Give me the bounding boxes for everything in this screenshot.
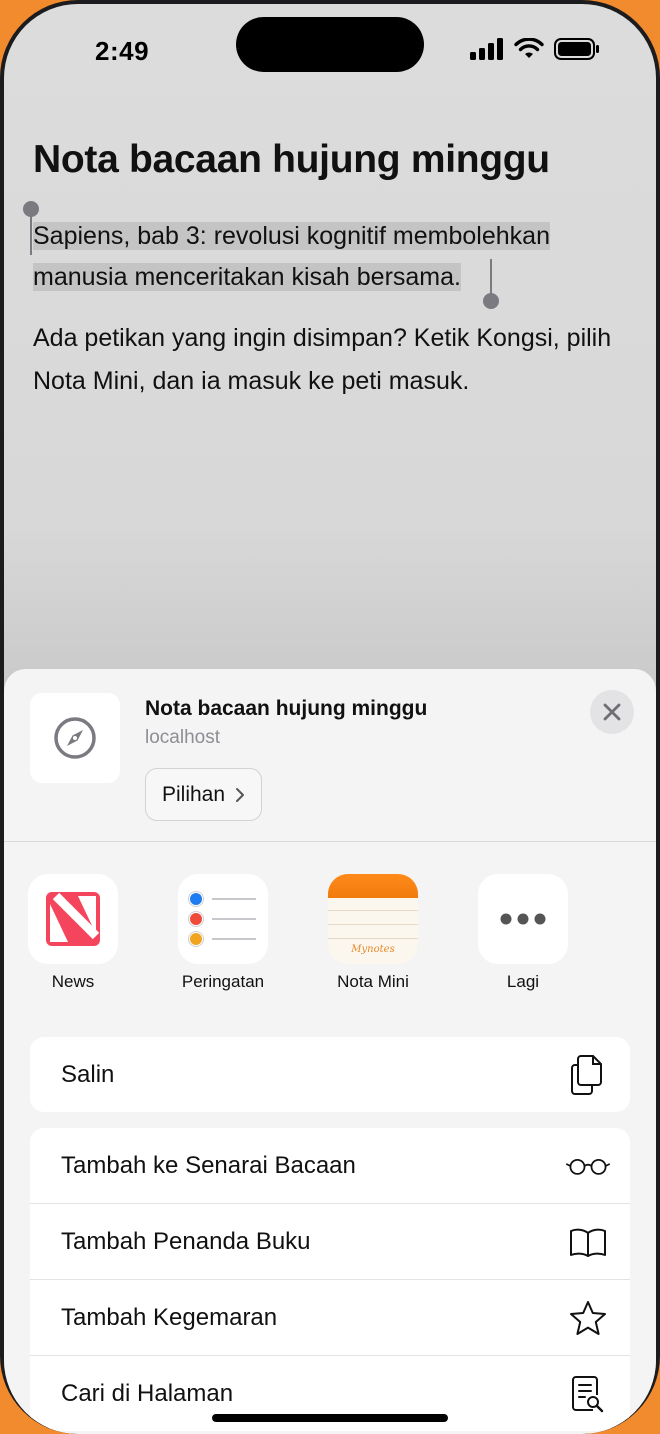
app-label: Peringatan [181, 972, 265, 991]
action-label: Tambah Kegemaran [61, 1303, 278, 1331]
status-icons [470, 38, 600, 60]
copy-icon [566, 1053, 610, 1097]
action-label: Tambah ke Senarai Bacaan [61, 1151, 356, 1179]
compass-icon [54, 717, 96, 759]
home-indicator[interactable] [212, 1414, 448, 1422]
note-title: Nota bacaan hujung minggu [33, 138, 550, 181]
battery-icon [554, 38, 599, 60]
action-label: Cari di Halaman [61, 1379, 234, 1407]
action-copy[interactable]: Salin [30, 1037, 630, 1112]
note-line [328, 924, 418, 925]
reminders-icon [178, 874, 268, 964]
app-label: News [51, 972, 95, 991]
app-reminders[interactable]: Peringatan [148, 874, 298, 992]
action-add-reading-list[interactable]: Tambah ke Senarai Bacaan [30, 1128, 630, 1204]
screen: 2:49 Nota bacaan hujung minggu Sapiens, … [4, 4, 656, 1434]
selected-line-1: Sapiens, bab 3: revolusi kognitif membol… [33, 222, 550, 250]
selection-end-handle[interactable] [483, 259, 499, 309]
status-time: 2:49 [95, 36, 150, 66]
actions-group-1: Salin [30, 1037, 630, 1112]
cellular-signal-icon [470, 38, 503, 60]
note-line [328, 910, 418, 911]
phone-frame: 2:49 Nota bacaan hujung minggu Sapiens, … [0, 0, 660, 1434]
note-line [328, 938, 418, 939]
selected-text[interactable]: Sapiens, bab 3: revolusi kognitif membol… [33, 216, 613, 298]
share-subtitle: localhost [145, 727, 220, 748]
dynamic-island [236, 17, 424, 72]
notes-header-strip [328, 874, 418, 898]
options-label: Pilihan [162, 782, 226, 806]
app-label: Nota Mini [337, 972, 409, 991]
star-icon [566, 1296, 610, 1340]
wifi-icon [514, 38, 544, 58]
selection-start-handle[interactable] [23, 201, 39, 255]
news-icon [28, 874, 118, 964]
chevron-right-icon [236, 787, 245, 802]
actions-group-2: Tambah ke Senarai Bacaan Tambah Penanda … [30, 1128, 630, 1431]
options-button[interactable]: Pilihan [145, 768, 263, 821]
more-icon [478, 874, 568, 964]
app-nota-mini[interactable]: Mynotes Nota Mini [298, 874, 448, 992]
action-label: Salin [61, 1060, 115, 1088]
app-more[interactable]: Lagi [448, 874, 598, 992]
selected-line-2: manusia menceritakan kisah bersama. [33, 263, 461, 291]
share-sheet-header: Nota bacaan hujung minggu localhost Pili… [4, 669, 656, 842]
share-sheet: Nota bacaan hujung minggu localhost Pili… [4, 669, 656, 1434]
book-icon [566, 1220, 610, 1264]
share-title: Nota bacaan hujung minggu [145, 697, 428, 720]
app-label: Lagi [506, 972, 540, 991]
close-button[interactable] [590, 690, 634, 734]
mynotes-icon: Mynotes [328, 874, 418, 964]
share-apps-row: News Peringatan Mynotes Nota Mini Lagi [4, 874, 656, 1004]
app-news[interactable]: News [4, 874, 148, 992]
glasses-icon [566, 1144, 610, 1188]
action-add-bookmark[interactable]: Tambah Penanda Buku [30, 1204, 630, 1280]
note-paragraph: Ada petikan yang ingin disimpan? Ketik K… [33, 324, 612, 395]
action-label: Tambah Penanda Buku [61, 1227, 311, 1255]
action-add-favorite[interactable]: Tambah Kegemaran [30, 1280, 630, 1356]
page-thumbnail [30, 693, 120, 783]
mynotes-badge-text: Mynotes [351, 944, 395, 955]
close-icon [603, 703, 621, 721]
find-in-page-icon [566, 1372, 610, 1416]
